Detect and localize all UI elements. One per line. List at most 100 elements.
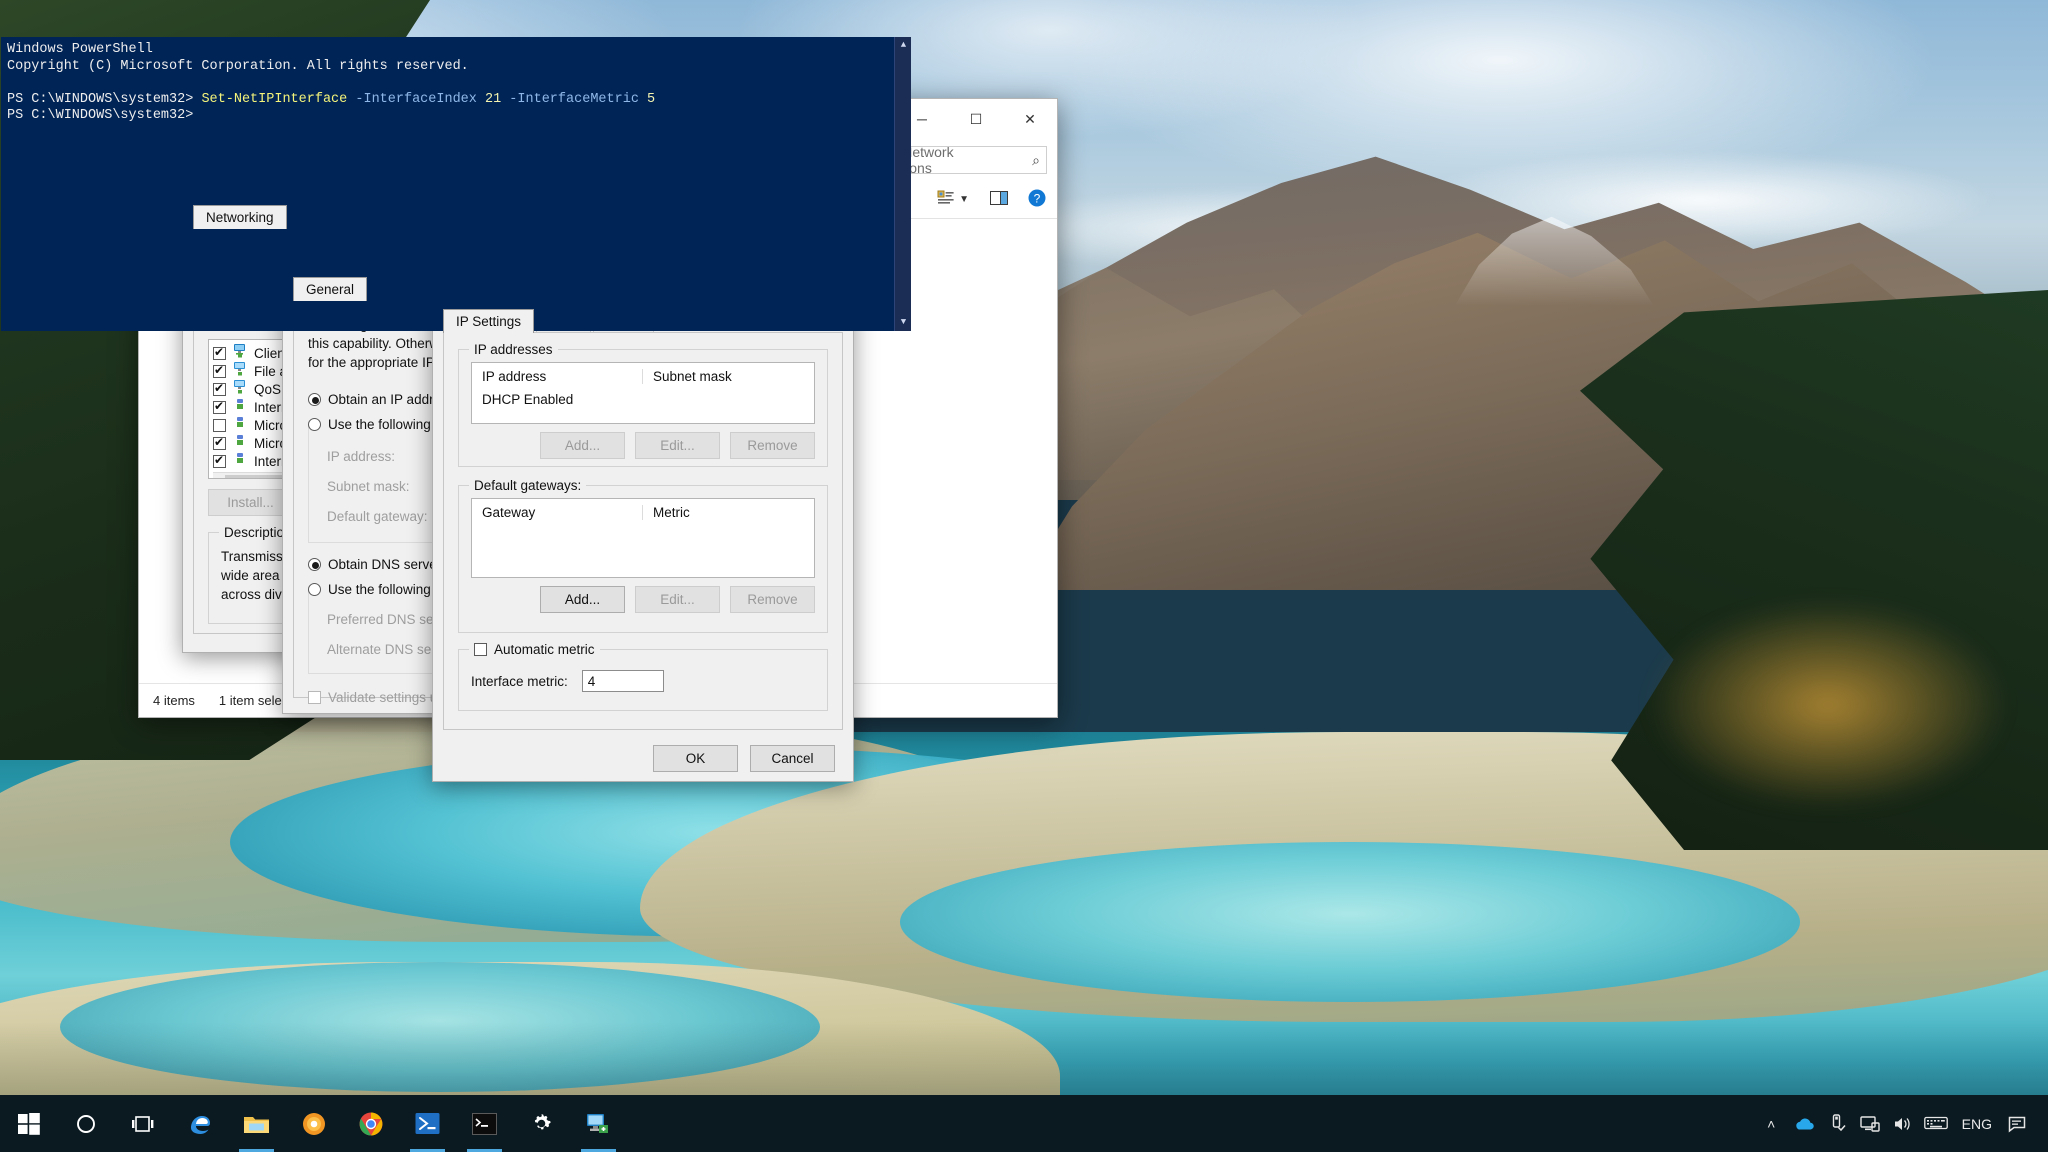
action-center-icon[interactable] — [2001, 1095, 2034, 1152]
ip-addresses-buttons[interactable]: Add... Edit... Remove — [471, 432, 815, 459]
table-row[interactable]: DHCP Enabled — [472, 390, 814, 409]
network-icon[interactable] — [1854, 1095, 1887, 1152]
default-gateways-header: Gateway Metric — [472, 499, 814, 526]
ip-edit-button[interactable]: Edit... — [635, 432, 720, 459]
firefox-button[interactable] — [285, 1095, 342, 1152]
component-icon — [232, 397, 248, 417]
search-icon[interactable]: ⌕ — [1032, 152, 1040, 169]
automatic-metric-row[interactable]: Automatic metric — [469, 642, 600, 657]
ip-addresses-group: IP addresses IP address Subnet mask DHCP… — [458, 349, 828, 467]
powershell-button[interactable] — [399, 1095, 456, 1152]
taskbar[interactable]: ˄ — [0, 1095, 2048, 1152]
console-cmdlet: Set-NetIPInterface — [201, 92, 347, 107]
default-gateways-buttons[interactable]: Add... Edit... Remove — [471, 586, 815, 613]
component-icon — [232, 415, 248, 435]
usb-eject-icon[interactable] — [1821, 1095, 1854, 1152]
console-line: Windows PowerShell — [7, 42, 911, 59]
ip-addresses-group-label: IP addresses — [469, 342, 558, 357]
task-view-button[interactable] — [114, 1095, 171, 1152]
language-indicator[interactable]: ENG — [1953, 1116, 2001, 1132]
component-checkbox[interactable] — [213, 437, 226, 450]
column-gateway: Gateway — [482, 505, 642, 520]
ip-addresses-listbox[interactable]: IP address Subnet mask DHCP Enabled — [471, 362, 815, 424]
svg-text:?: ? — [1034, 192, 1041, 206]
tab-networking[interactable]: Networking — [193, 205, 287, 229]
ok-button[interactable]: OK — [653, 745, 738, 772]
component-icon — [232, 361, 248, 381]
use-following-ip-label: Use the following IP — [328, 417, 447, 432]
component-checkbox[interactable] — [213, 383, 226, 396]
cortana-search-button[interactable] — [57, 1095, 114, 1152]
tab-ip-settings[interactable]: IP Settings — [443, 309, 534, 333]
validate-settings-checkbox[interactable] — [308, 691, 321, 704]
gateway-edit-button[interactable]: Edit... — [635, 586, 720, 613]
edge-button[interactable] — [171, 1095, 228, 1152]
chrome-button[interactable] — [342, 1095, 399, 1152]
use-following-dns-radio[interactable] — [308, 583, 321, 596]
obtain-ip-automatically-label: Obtain an IP addres — [328, 392, 448, 407]
system-tray[interactable]: ˄ — [1755, 1095, 2048, 1152]
component-icon — [232, 451, 248, 471]
console-prompt: PS C:\WINDOWS\system32> — [7, 92, 201, 107]
ip-addresses-header: IP address Subnet mask — [472, 363, 814, 390]
volume-icon[interactable] — [1887, 1095, 1920, 1152]
powershell-window[interactable]: Administrator: Windows PowerShell ─ ☐ ✕ … — [0, 0, 912, 332]
tab-general[interactable]: General — [293, 277, 367, 301]
column-subnet-mask: Subnet mask — [642, 369, 732, 384]
settings-button[interactable] — [513, 1095, 570, 1152]
status-item-count: 4 items — [153, 693, 195, 708]
use-following-ip-radio[interactable] — [308, 418, 321, 431]
scroll-left-icon[interactable]: ‹ — [213, 475, 225, 480]
onedrive-icon[interactable] — [1788, 1095, 1821, 1152]
ip-add-button[interactable]: Add... — [540, 432, 625, 459]
preview-pane-icon[interactable] — [989, 189, 1009, 210]
show-hidden-icons-chevron-icon[interactable]: ˄ — [1755, 1095, 1788, 1152]
component-checkbox[interactable] — [213, 455, 226, 468]
automatic-metric-group: Automatic metric Interface metric: 4 — [458, 649, 828, 711]
default-gateways-listbox[interactable]: Gateway Metric — [471, 498, 815, 578]
gateway-add-button[interactable]: Add... — [540, 586, 625, 613]
ip-address-value: DHCP Enabled — [482, 392, 642, 407]
gateway-remove-button[interactable]: Remove — [730, 586, 815, 613]
automatic-metric-checkbox[interactable] — [474, 643, 487, 656]
command-prompt-button[interactable] — [456, 1095, 513, 1152]
console-param-interfacemetric: -InterfaceMetric — [501, 92, 647, 107]
powershell-console-output[interactable]: Windows PowerShell Copyright (C) Microso… — [1, 37, 911, 331]
view-dropdown-chevron-icon[interactable]: ▼ — [959, 194, 969, 205]
view-options-icon[interactable] — [937, 189, 955, 210]
default-gateways-group: Default gateways: Gateway Metric Add... … — [458, 485, 828, 633]
obtain-ip-automatically-radio[interactable] — [308, 393, 321, 406]
network-connections-button[interactable] — [570, 1095, 627, 1152]
explorer-window-controls[interactable]: ─ ☐ ✕ — [895, 99, 1057, 139]
console-value-interfacemetric: 5 — [647, 92, 655, 107]
component-icon — [232, 379, 248, 399]
component-checkbox[interactable] — [213, 401, 226, 414]
obtain-dns-automatically-radio[interactable] — [308, 558, 321, 571]
console-line — [7, 75, 911, 92]
console-param-interfaceindex: -InterfaceIndex — [347, 92, 485, 107]
interface-metric-row[interactable]: Interface metric: 4 — [471, 670, 815, 692]
install-button[interactable]: Install... — [208, 489, 293, 516]
interface-metric-label: Interface metric: — [471, 674, 568, 689]
column-ip-address: IP address — [482, 369, 642, 384]
advanced-tcpip-settings-dialog[interactable]: Advanced TCP/IP Settings ✕ IP Settings D… — [432, 262, 854, 782]
keyboard-icon[interactable] — [1920, 1095, 1953, 1152]
scroll-down-icon[interactable]: ▼ — [895, 314, 911, 331]
explorer-close-button[interactable]: ✕ — [1003, 99, 1057, 139]
start-button[interactable] — [0, 1095, 57, 1152]
automatic-metric-label: Automatic metric — [494, 642, 595, 657]
component-checkbox[interactable] — [213, 347, 226, 360]
powershell-scrollbar[interactable]: ▲ ▼ — [894, 37, 911, 331]
help-icon[interactable]: ? — [1027, 188, 1047, 211]
file-explorer-button[interactable] — [228, 1095, 285, 1152]
scroll-up-icon[interactable]: ▲ — [895, 37, 911, 54]
explorer-view-controls[interactable]: ▼ ? — [937, 188, 1047, 211]
ip-remove-button[interactable]: Remove — [730, 432, 815, 459]
advanced-tcpip-footer[interactable]: OK Cancel — [433, 731, 853, 772]
explorer-maximize-button[interactable]: ☐ — [949, 99, 1003, 139]
component-checkbox[interactable] — [213, 365, 226, 378]
status-selected-count: 1 item select — [219, 693, 292, 708]
cancel-button[interactable]: Cancel — [750, 745, 835, 772]
component-checkbox[interactable] — [213, 419, 226, 432]
interface-metric-input[interactable]: 4 — [582, 670, 664, 692]
